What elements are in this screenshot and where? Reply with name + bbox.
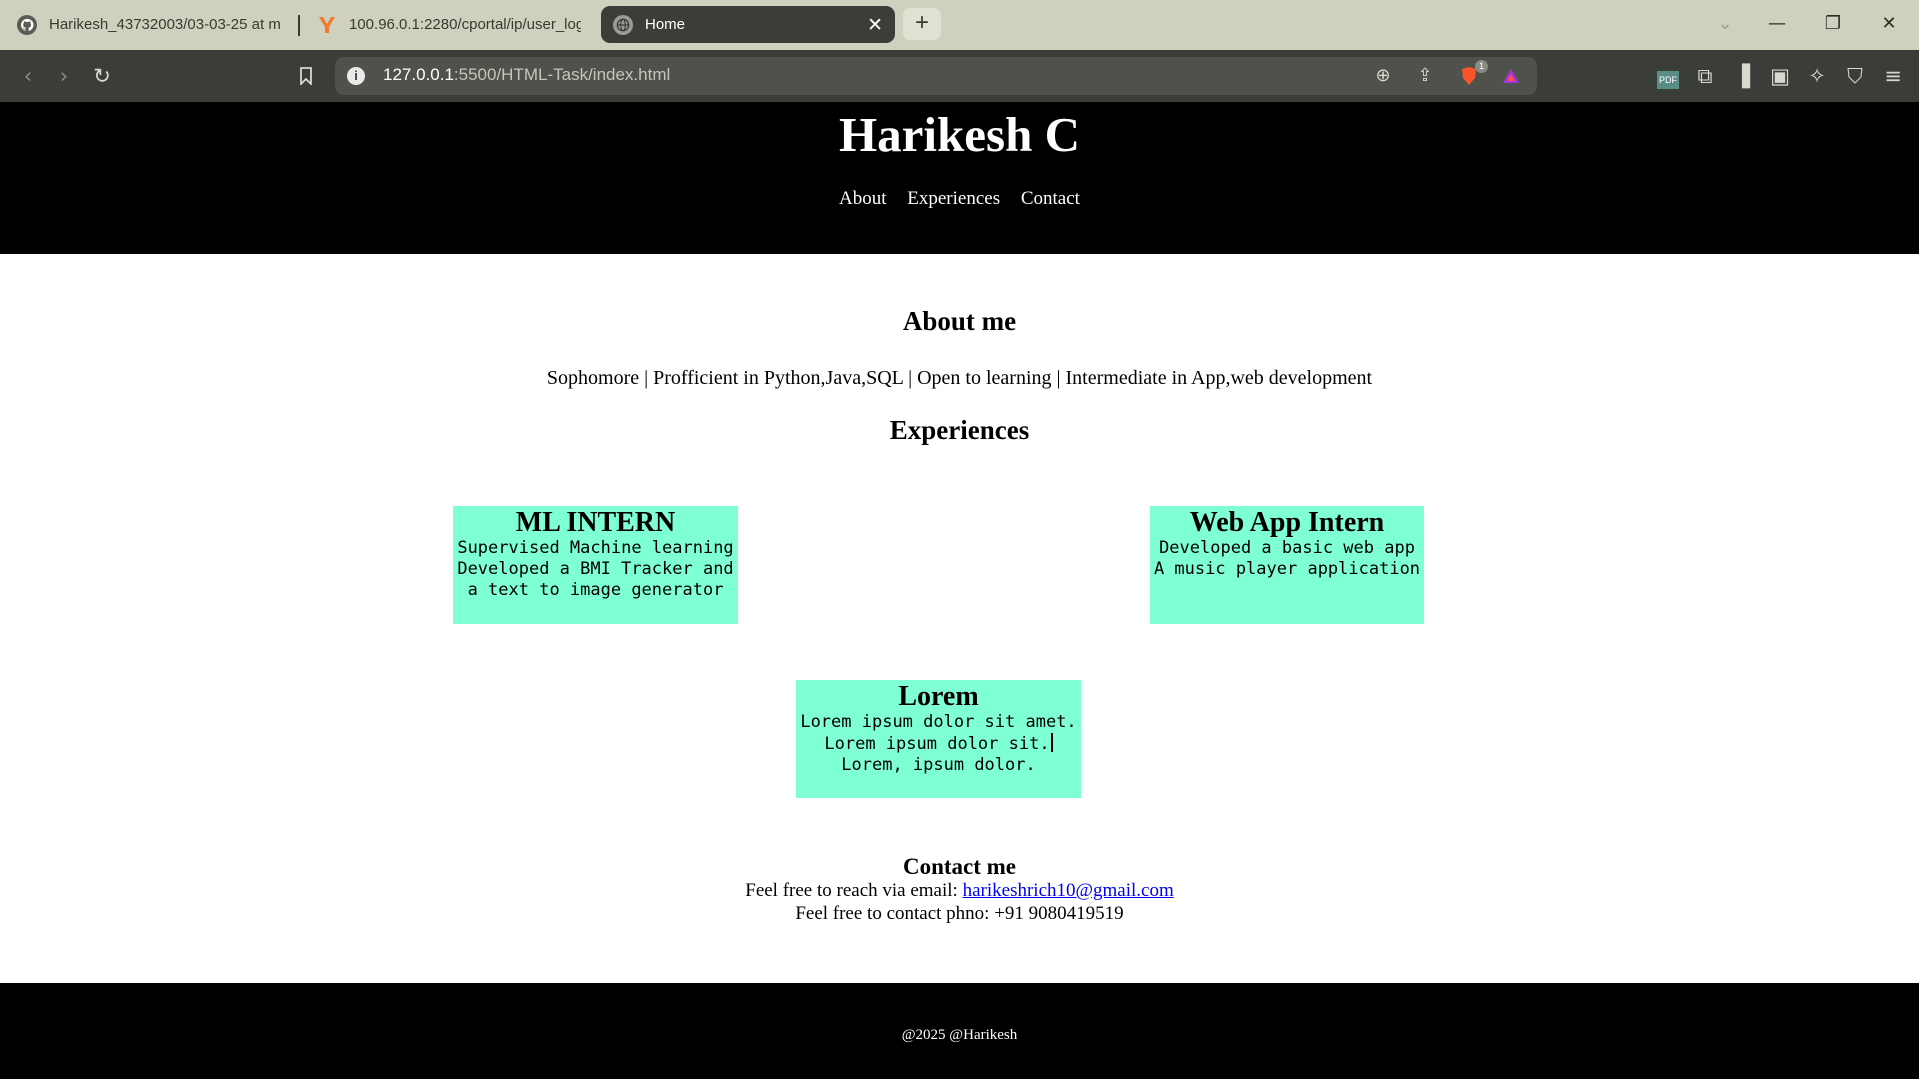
- zoom-icon[interactable]: ⊕: [1369, 63, 1397, 89]
- close-tab-icon[interactable]: ✕: [867, 14, 883, 37]
- tab-label: 100.96.0.1:2280/cportal/ip/user_log: [349, 16, 581, 33]
- experience-card-lorem: Lorem Lorem ipsum dolor sit amet. Lorem …: [796, 680, 1081, 798]
- tab-label: Harikesh_43732003/03-03-25 at ma: [49, 16, 281, 33]
- card-line: A music player application: [1153, 559, 1421, 579]
- vpn-shield-icon[interactable]: ⛉: [1839, 60, 1871, 92]
- leo-ai-icon[interactable]: ✧: [1801, 60, 1833, 92]
- site-footer: @2025 @Harikesh: [0, 983, 1919, 1079]
- card-title: Web App Intern: [1189, 507, 1385, 538]
- experiences-heading: Experiences: [889, 415, 1030, 445]
- tab-label: Home: [645, 16, 686, 33]
- site-nav: About Experiences Contact: [0, 188, 1919, 210]
- globe-icon: [613, 14, 633, 35]
- bookmark-icon[interactable]: [290, 60, 322, 92]
- github-icon: [17, 14, 37, 35]
- back-icon[interactable]: ‹: [12, 60, 44, 92]
- nav-link-contact[interactable]: Contact: [1021, 188, 1080, 209]
- forward-icon[interactable]: ›: [48, 60, 80, 92]
- browser-tab-home[interactable]: Home ✕: [601, 6, 895, 43]
- card-line: Developed a BMI Tracker and: [457, 559, 734, 579]
- contact-phone-line: Feel free to contact phno: +91 908041951…: [795, 903, 1124, 924]
- contact-heading: Contact me: [902, 854, 1017, 879]
- experience-card-web-app-intern: Web App Intern Developed a basic web app…: [1150, 506, 1424, 624]
- menu-icon[interactable]: ≡: [1877, 60, 1909, 92]
- card-line: Lorem, ipsum dolor.: [841, 755, 1036, 775]
- site-info-icon[interactable]: i: [347, 67, 365, 85]
- browser-toolbar: ‹ › ↻ i 127.0.0.1:5500/HTML-Task/index.h…: [0, 50, 1919, 102]
- new-tab-button[interactable]: +: [903, 8, 941, 40]
- card-line: Developed a basic web app: [1159, 538, 1415, 558]
- card-line: Supervised Machine learning: [457, 538, 734, 558]
- experience-card-ml-intern: ML INTERN Supervised Machine learning De…: [453, 506, 738, 624]
- site-title: Harikesh C: [839, 107, 1080, 162]
- brave-shields-icon[interactable]: 1: [1455, 60, 1488, 89]
- browser-tab-strip: Harikesh_43732003/03-03-25 at ma 100.96.…: [0, 0, 1919, 50]
- shields-badge: 1: [1475, 60, 1488, 73]
- extensions-puzzle-icon[interactable]: ⧉: [1689, 60, 1721, 92]
- browser-tab-portal[interactable]: 100.96.0.1:2280/cportal/ip/user_log: [305, 6, 593, 43]
- close-window-icon[interactable]: ✕: [1866, 8, 1912, 40]
- contact-email-line: Feel free to reach via email: harikeshri…: [0, 880, 1919, 902]
- nav-link-about[interactable]: About: [839, 188, 887, 209]
- card-line: a text to image generator: [467, 580, 724, 600]
- restore-icon[interactable]: ❐: [1810, 8, 1856, 40]
- tab-search-chevron-icon[interactable]: ⌄: [1702, 8, 1748, 40]
- card-line-with-caret: Lorem ipsum dolor sit.: [796, 733, 1081, 755]
- about-heading: About me: [902, 306, 1017, 336]
- browser-tab-github[interactable]: Harikesh_43732003/03-03-25 at ma: [5, 6, 293, 43]
- portal-favicon-icon: [317, 15, 337, 35]
- card-title: ML INTERN: [515, 507, 676, 538]
- site-header: Harikesh C About Experiences Contact: [0, 102, 1919, 254]
- web-page: Harikesh C About Experiences Contact Abo…: [0, 102, 1919, 1079]
- card-title: Lorem: [898, 681, 979, 712]
- share-icon[interactable]: ⇪: [1411, 63, 1439, 89]
- about-text: Sophomore | Profficient in Python,Java,S…: [546, 367, 1373, 389]
- nav-link-experiences[interactable]: Experiences: [907, 188, 1000, 209]
- pdf-extension-icon[interactable]: PDF: [1652, 60, 1684, 92]
- reload-icon[interactable]: ↻: [86, 60, 118, 92]
- brave-rewards-icon[interactable]: [1497, 63, 1525, 89]
- email-prefix: Feel free to reach via email:: [745, 880, 963, 901]
- sidebar-toggle-icon[interactable]: ▐: [1726, 60, 1758, 92]
- footer-text: @2025 @Harikesh: [901, 1027, 1018, 1043]
- text-cursor: [1050, 733, 1053, 752]
- tab-separator: [298, 15, 300, 36]
- email-link[interactable]: harikeshrich10@gmail.com: [963, 880, 1174, 901]
- wallet-icon[interactable]: ▣: [1764, 60, 1796, 92]
- card-line: Lorem ipsum dolor sit amet.: [800, 712, 1077, 732]
- minimize-icon[interactable]: —: [1754, 8, 1800, 40]
- card-line: Lorem ipsum dolor sit.: [824, 734, 1050, 754]
- address-text[interactable]: 127.0.0.1:5500/HTML-Task/index.html: [383, 65, 670, 85]
- address-bar[interactable]: i 127.0.0.1:5500/HTML-Task/index.html ⊕ …: [335, 57, 1537, 95]
